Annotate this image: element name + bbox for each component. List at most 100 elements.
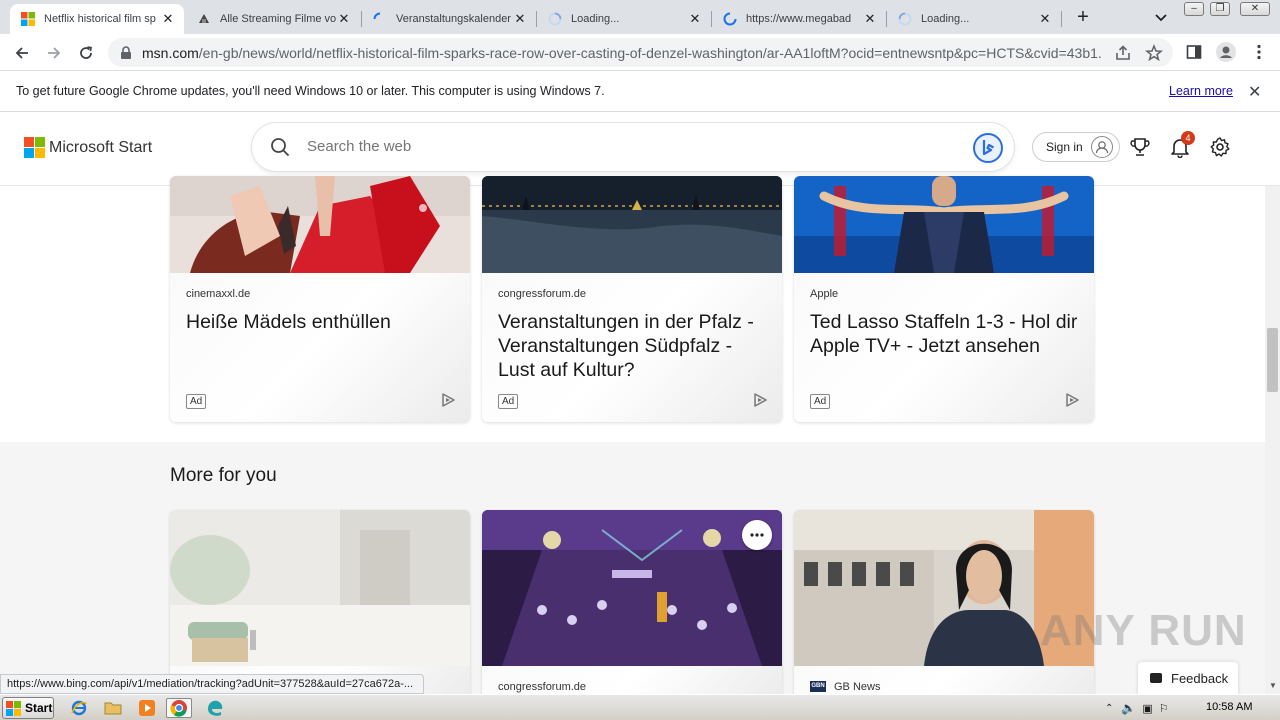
ad-label: Ad bbox=[498, 394, 519, 409]
adchoices-icon[interactable] bbox=[1064, 392, 1080, 413]
gear-icon[interactable] bbox=[1209, 136, 1231, 158]
scroll-down-arrow[interactable]: ▼ bbox=[1269, 681, 1277, 690]
chrome-icon[interactable] bbox=[166, 698, 192, 718]
tab-loading-1[interactable]: Loading... ✕ bbox=[537, 4, 711, 34]
close-icon[interactable]: ✕ bbox=[336, 11, 352, 27]
kebab-menu-icon[interactable] bbox=[1250, 43, 1268, 61]
tab-loading-2[interactable]: Loading... ✕ bbox=[887, 4, 1061, 34]
minimize-button[interactable]: ‒ bbox=[1184, 2, 1204, 16]
ad-label: Ad bbox=[810, 394, 831, 409]
more-options-button[interactable] bbox=[742, 520, 772, 550]
close-icon[interactable]: ✕ bbox=[160, 11, 176, 27]
ad-card[interactable]: Apple Ted Lasso Staffeln 1-3 - Hol dir A… bbox=[794, 176, 1094, 422]
ellipsis-icon bbox=[750, 533, 764, 537]
bing-chat-icon[interactable] bbox=[972, 132, 1004, 169]
feed-card[interactable]: congressforum.de bbox=[482, 510, 782, 700]
microsoft-start-logo[interactable]: Microsoft Start bbox=[24, 137, 152, 158]
page-scrollbar[interactable]: ▼ bbox=[1265, 186, 1280, 694]
network-icon[interactable]: ▣ bbox=[1142, 702, 1152, 715]
loading-spinner-icon bbox=[372, 11, 388, 27]
microsoft-icon bbox=[20, 11, 36, 27]
start-button[interactable]: Start bbox=[2, 697, 54, 719]
forward-button[interactable] bbox=[42, 41, 66, 65]
lock-icon[interactable] bbox=[120, 46, 132, 65]
tab-title: Alle Streaming Filme vo bbox=[220, 13, 336, 25]
ad-title[interactable]: Ted Lasso Staffeln 1-3 - Hol dir Apple T… bbox=[810, 310, 1078, 358]
tab-veranstaltungskalender[interactable]: Veranstaltungskalender ✕ bbox=[362, 4, 536, 34]
window-close-button[interactable]: ✕ bbox=[1240, 2, 1270, 16]
tray-expand-icon[interactable]: ⌃ bbox=[1105, 703, 1113, 714]
ad-card[interactable]: congressforum.de Veranstaltungen in der … bbox=[482, 176, 782, 422]
new-tab-button[interactable]: + bbox=[1072, 7, 1094, 29]
adchoices-icon[interactable] bbox=[440, 392, 456, 413]
feedback-button[interactable]: Feedback bbox=[1138, 662, 1238, 694]
profile-icon[interactable] bbox=[1216, 42, 1236, 62]
anyrun-watermark: ANY RUN bbox=[1040, 606, 1247, 655]
close-icon[interactable]: ✕ bbox=[1248, 82, 1261, 102]
feed-card[interactable] bbox=[170, 510, 470, 700]
reload-button[interactable] bbox=[74, 41, 98, 65]
restore-button[interactable]: ❐ bbox=[1210, 2, 1230, 16]
rewards-trophy-icon[interactable] bbox=[1129, 136, 1151, 158]
ad-title[interactable]: Veranstaltungen in der Pfalz - Veranstal… bbox=[498, 310, 766, 382]
adchoices-icon[interactable] bbox=[752, 392, 768, 413]
ad-image bbox=[794, 176, 1094, 273]
url-text[interactable]: msn.com/en-gb/news/world/netflix-histori… bbox=[142, 45, 1102, 61]
tab-strip: Netflix historical film sp ✕ Alle Stream… bbox=[0, 0, 1280, 34]
tab-title: Loading... bbox=[921, 13, 970, 25]
status-bar-url: https://www.bing.com/api/v1/mediation/tr… bbox=[0, 674, 424, 694]
star-icon[interactable] bbox=[1145, 43, 1163, 62]
feed-card-image bbox=[482, 510, 782, 666]
close-icon[interactable]: ✕ bbox=[687, 11, 703, 27]
search-icon[interactable] bbox=[270, 137, 290, 162]
web-search-box[interactable] bbox=[252, 123, 1014, 171]
user-avatar-icon bbox=[1091, 136, 1113, 158]
reload-icon bbox=[80, 46, 92, 59]
sign-in-button[interactable]: Sign in bbox=[1032, 132, 1120, 162]
learn-more-link[interactable]: Learn more bbox=[1169, 84, 1233, 98]
internet-explorer-icon[interactable] bbox=[68, 698, 90, 718]
ad-title[interactable]: Heiße Mädels enthüllen bbox=[186, 310, 454, 334]
ad-image bbox=[482, 176, 782, 273]
streaming-icon bbox=[196, 11, 212, 27]
scrollbar-thumb[interactable] bbox=[1267, 328, 1278, 392]
system-tray: ⌃ 🔈 ▣ ⚐ bbox=[1105, 698, 1169, 718]
tab-title: Loading... bbox=[571, 13, 620, 25]
folder-icon[interactable] bbox=[102, 698, 124, 718]
edge-icon[interactable] bbox=[204, 698, 226, 718]
share-icon[interactable] bbox=[1114, 44, 1132, 62]
tab-netflix-article[interactable]: Netflix historical film sp ✕ bbox=[10, 4, 184, 34]
section-heading: More for you bbox=[170, 465, 277, 486]
close-icon[interactable]: ✕ bbox=[862, 11, 878, 27]
search-input[interactable] bbox=[307, 138, 907, 155]
ad-image bbox=[170, 176, 470, 273]
browser-toolbar: msn.com/en-gb/news/world/netflix-histori… bbox=[0, 34, 1280, 71]
update-infobar: To get future Google Chrome updates, you… bbox=[0, 71, 1280, 112]
action-center-flag-icon[interactable]: ⚐ bbox=[1159, 702, 1169, 715]
media-player-icon[interactable] bbox=[136, 698, 158, 718]
chevron-down-icon[interactable] bbox=[1152, 9, 1170, 27]
feed-card-image bbox=[170, 510, 470, 666]
tab-megabad[interactable]: https://www.megabad ✕ bbox=[712, 4, 886, 34]
url-host: msn.com bbox=[142, 45, 199, 61]
address-bar[interactable]: msn.com/en-gb/news/world/netflix-histori… bbox=[108, 38, 1173, 67]
volume-icon[interactable]: 🔈 bbox=[1121, 701, 1136, 715]
loading-spinner-icon bbox=[897, 11, 913, 27]
gb-news-logo: GBN bbox=[810, 681, 826, 692]
infobar-message: To get future Google Chrome updates, you… bbox=[16, 84, 605, 98]
tab-streaming[interactable]: Alle Streaming Filme vo ✕ bbox=[186, 4, 360, 34]
feedback-icon bbox=[1150, 673, 1162, 683]
close-icon[interactable]: ✕ bbox=[512, 11, 528, 27]
ad-source: cinemaxxl.de bbox=[186, 288, 251, 300]
msn-header: Microsoft Start Sign in bbox=[0, 112, 1280, 186]
ad-source: Apple bbox=[810, 288, 839, 300]
side-panel-icon[interactable] bbox=[1185, 43, 1203, 61]
microsoft-logo-icon bbox=[24, 137, 45, 158]
back-button[interactable] bbox=[10, 41, 34, 65]
close-icon[interactable]: ✕ bbox=[1037, 11, 1053, 27]
clock[interactable]: 10:58 AM bbox=[1206, 701, 1252, 713]
tab-title: Netflix historical film sp bbox=[44, 13, 156, 25]
url-path: /en-gb/news/world/netflix-historical-fil… bbox=[198, 45, 1102, 61]
ad-card[interactable]: cinemaxxl.de Heiße Mädels enthüllen Ad bbox=[170, 176, 470, 422]
feed-card[interactable]: GBN GB News bbox=[794, 510, 1094, 700]
